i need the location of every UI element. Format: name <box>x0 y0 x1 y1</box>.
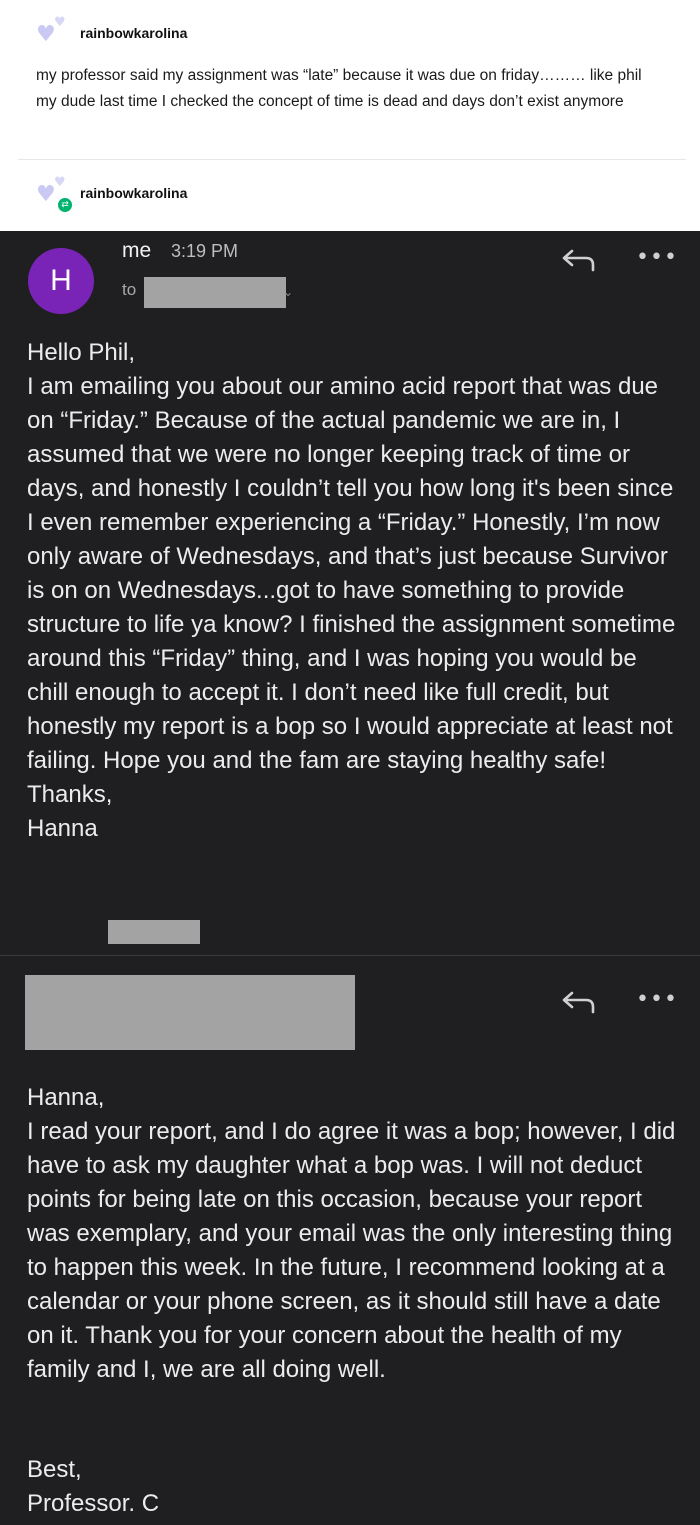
email-message: I am emailing you about our amino acid r… <box>27 373 676 774</box>
post-username[interactable]: rainbowkarolina <box>80 25 187 41</box>
email-body-2: Hanna, I read your report, and I do agre… <box>27 1081 677 1387</box>
heart-small-icon: ♥ <box>54 15 66 30</box>
reblog-username[interactable]: rainbowkarolina <box>80 185 187 201</box>
reblog-header: ♥ ♥ ⇄ rainbowkarolina <box>36 175 187 214</box>
email-signature: Hanna <box>27 815 98 842</box>
post-divider <box>18 159 686 160</box>
chevron-down-icon[interactable]: ⌄ <box>283 285 293 299</box>
post-text: my professor said my assignment was “lat… <box>36 67 642 110</box>
sent-time: 3:19 PM <box>171 241 239 261</box>
post-header: ♥ ♥ rainbowkarolina <box>36 16 187 50</box>
heart-small-icon: ♥ <box>54 175 66 190</box>
heart-large-icon: ♥ <box>36 182 56 207</box>
heart-avatar-icon[interactable]: ♥ ♥ <box>36 16 70 50</box>
reply-message: I read your report, and I do agree it wa… <box>27 1118 676 1383</box>
reblog-icon: ⇄ <box>56 196 74 214</box>
more-options-icon[interactable]: ••• <box>636 245 678 270</box>
redacted-recipient <box>144 277 286 308</box>
heart-large-icon: ♥ <box>36 22 56 47</box>
reply-signature: Professor. C <box>27 1490 160 1517</box>
email-greeting: Hello Phil, <box>27 339 136 366</box>
sender-avatar: H <box>28 248 94 314</box>
heart-avatar-icon[interactable]: ♥ ♥ ⇄ <box>36 175 74 214</box>
email-closing: Thanks, <box>27 781 113 808</box>
redacted-sender <box>25 975 355 1050</box>
redacted-surname <box>108 920 200 944</box>
reply-greeting: Hanna, <box>27 1084 105 1111</box>
email-separator <box>0 955 700 956</box>
reply-closing: Best, <box>27 1456 82 1483</box>
recipient-label: to <box>122 280 137 299</box>
email-thread-screenshot: H me 3:19 PM to ⌄ ••• Hello Phil, I am e… <box>0 231 700 1525</box>
tumblr-post: ♥ ♥ rainbowkarolina my professor said my… <box>0 0 700 231</box>
email-body-1: Hello Phil, I am emailing you about our … <box>27 336 677 846</box>
more-options-icon[interactable]: ••• <box>636 987 678 1012</box>
reply-icon[interactable] <box>560 248 596 272</box>
reply-signoff: Best, Professor. C <box>27 1453 677 1521</box>
sender-name: me <box>122 239 152 262</box>
reply-icon[interactable] <box>560 990 596 1014</box>
